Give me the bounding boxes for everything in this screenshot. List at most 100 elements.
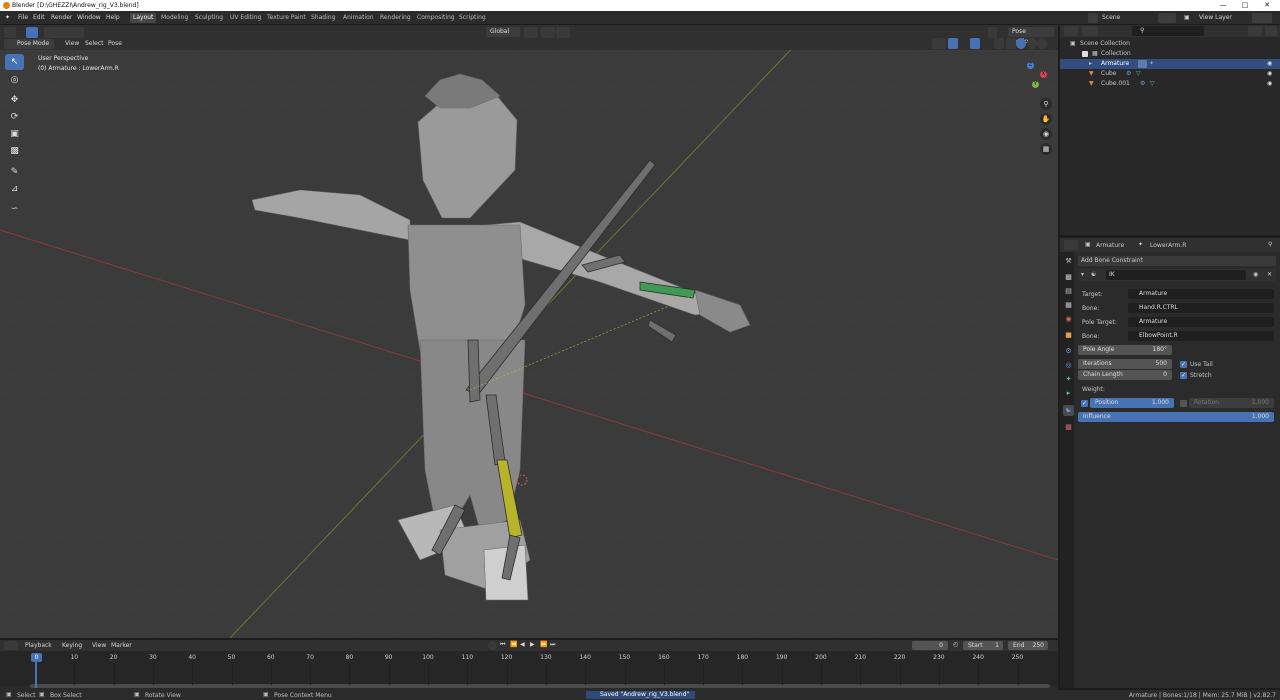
- pose-options-dropdown[interactable]: Pose Options: [1008, 27, 1054, 45]
- scale-tool-icon[interactable]: ▣: [5, 126, 24, 142]
- record-icon[interactable]: [488, 641, 497, 650]
- constraints-tab-icon[interactable]: ✦: [1063, 374, 1074, 385]
- collapse-arrow-icon[interactable]: ▾: [1081, 271, 1084, 278]
- physics-tab-icon[interactable]: ◎: [1063, 360, 1074, 371]
- add-bone-constraint-button[interactable]: Add Bone Constraint: [1078, 256, 1276, 266]
- jump-end-icon[interactable]: ⏭: [550, 641, 555, 649]
- outliner-scene-collection[interactable]: ▣ Scene Collection: [1060, 39, 1280, 49]
- properties-editor-icon[interactable]: [1064, 240, 1078, 250]
- constraint-visibility-icon[interactable]: ◉: [1253, 271, 1258, 278]
- visibility-icon[interactable]: [932, 38, 946, 49]
- maximize-icon[interactable]: □: [1234, 0, 1256, 11]
- menu-window[interactable]: Window: [77, 14, 101, 21]
- tab-compositing[interactable]: Compositing: [414, 13, 458, 23]
- clock-icon[interactable]: ◴: [953, 641, 958, 648]
- pan-hand-icon[interactable]: ✋: [1040, 113, 1052, 125]
- snap-icon[interactable]: [541, 27, 555, 38]
- gizmo-z-axis[interactable]: Z: [1027, 62, 1034, 69]
- overlay-toggle-icon[interactable]: [970, 38, 980, 49]
- view-layer-name[interactable]: View Layer: [1199, 14, 1232, 21]
- rotate-tool-icon[interactable]: ⟳: [5, 109, 24, 125]
- outliner-collection[interactable]: ▦ Collection: [1060, 49, 1280, 59]
- gizmo-toggle-icon[interactable]: [948, 38, 958, 49]
- view-layer-tab-icon[interactable]: ▦: [1063, 300, 1074, 311]
- collection-checkbox[interactable]: [1082, 51, 1088, 57]
- view-layer-browse-button[interactable]: [1252, 13, 1272, 23]
- current-frame-field[interactable]: 0: [912, 641, 948, 650]
- tab-texture-paint[interactable]: Texture Paint: [264, 13, 309, 23]
- shading-solid-icon[interactable]: [1016, 38, 1026, 49]
- playhead[interactable]: 0: [31, 653, 42, 662]
- tab-scripting[interactable]: Scripting: [456, 13, 489, 23]
- tab-layout[interactable]: Layout: [130, 13, 157, 23]
- use-tail-checkbox[interactable]: ✓: [1180, 361, 1187, 368]
- bone-field[interactable]: Hand.R.CTRL: [1128, 303, 1274, 313]
- xray-toggle-icon[interactable]: [994, 38, 1004, 49]
- play-icon[interactable]: ▶: [530, 641, 535, 648]
- outliner-item-armature[interactable]: ▸ Armature ✦ ◉: [1060, 59, 1280, 69]
- transform-tool-icon[interactable]: ▩: [5, 143, 24, 159]
- tool-tab-icon[interactable]: ⚒: [1063, 256, 1074, 267]
- rotation-checkbox[interactable]: [1180, 400, 1187, 407]
- stretch-checkbox[interactable]: ✓: [1180, 372, 1187, 379]
- minimize-icon[interactable]: —: [1212, 0, 1234, 11]
- 3d-viewport[interactable]: User Perspective (0) Armature : LowerArm…: [0, 50, 1058, 638]
- mode-dropdown[interactable]: Pose Mode: [4, 39, 54, 49]
- gizmo-y-axis[interactable]: Y: [1032, 81, 1039, 88]
- outliner-editor-icon[interactable]: [1064, 26, 1078, 36]
- position-field[interactable]: Position 1.000: [1090, 398, 1174, 408]
- editor-type-icon[interactable]: [4, 27, 16, 38]
- menu-help[interactable]: Help: [106, 14, 120, 21]
- timeline-scrollbar[interactable]: [30, 684, 1050, 688]
- cube-001-visibility-icon[interactable]: ◉: [1267, 79, 1272, 89]
- target-field[interactable]: Armature: [1128, 289, 1274, 299]
- object-tab-icon[interactable]: ⚙: [1063, 346, 1074, 357]
- outliner-display-mode-icon[interactable]: [1082, 26, 1098, 36]
- constraint-delete-icon[interactable]: ✕: [1267, 271, 1272, 278]
- shading-wire-icon[interactable]: [1006, 38, 1016, 49]
- output-tab-icon[interactable]: ▤: [1063, 286, 1074, 297]
- xray-icon[interactable]: [988, 27, 997, 38]
- render-tab-icon[interactable]: ▩: [1063, 272, 1074, 283]
- timeline-menu-keying[interactable]: Keying: [62, 642, 82, 649]
- bone-constraint-tab-icon[interactable]: ☯: [1063, 405, 1074, 416]
- filter-icon[interactable]: [1248, 26, 1262, 36]
- outliner-search-input[interactable]: ⚲: [1132, 26, 1204, 36]
- scene-icon[interactable]: [1088, 13, 1098, 23]
- viewport-menu-select[interactable]: Select: [85, 40, 104, 47]
- roll-tool-icon[interactable]: ∽: [5, 201, 24, 217]
- scene-name[interactable]: Scene: [1102, 14, 1120, 21]
- shading-material-icon[interactable]: [1027, 38, 1037, 49]
- jump-start-icon[interactable]: ⏮: [500, 641, 505, 649]
- select-mode-icon[interactable]: [44, 27, 84, 38]
- rotation-field[interactable]: Rotation 1.000: [1189, 398, 1274, 408]
- perspective-grid-icon[interactable]: ▦: [1040, 143, 1052, 155]
- navigation-gizmo[interactable]: X Y Z: [1018, 60, 1054, 96]
- prev-keyframe-icon[interactable]: ⏪: [510, 641, 517, 648]
- play-reverse-icon[interactable]: ◀: [520, 641, 525, 648]
- viewport-menu-view[interactable]: View: [65, 40, 79, 47]
- view-layer-icon[interactable]: ▣: [1184, 14, 1190, 21]
- timeline-menu-marker[interactable]: Marker: [111, 642, 132, 649]
- snap-target-icon[interactable]: [556, 27, 570, 38]
- world-tab-icon[interactable]: ■: [1063, 330, 1074, 341]
- annotate-tool-icon[interactable]: ✎: [5, 164, 24, 180]
- menu-edit[interactable]: Edit: [33, 14, 45, 21]
- viewport-menu-pose[interactable]: Pose: [108, 40, 122, 47]
- iterations-field[interactable]: Iterations 500: [1078, 359, 1172, 369]
- position-checkbox[interactable]: ✓: [1081, 400, 1088, 407]
- menu-render[interactable]: Render: [51, 14, 72, 21]
- texture-tab-icon[interactable]: ▦: [1063, 422, 1074, 433]
- outliner-item-cube-001[interactable]: ▼ Cube.001 ⚙ ▽ ◉: [1060, 79, 1280, 89]
- outliner-item-cube[interactable]: ▼ Cube ⚙ ▽ ◉: [1060, 69, 1280, 79]
- gizmo-x-axis[interactable]: X: [1040, 71, 1047, 78]
- blender-menu-icon[interactable]: ✦: [5, 14, 10, 21]
- scene-browse-button[interactable]: [1158, 13, 1176, 23]
- cursor-tool-icon[interactable]: ◎: [5, 72, 24, 88]
- tab-animation[interactable]: Animation: [340, 13, 377, 23]
- timeline-menu-view[interactable]: View: [92, 642, 106, 649]
- chain-length-field[interactable]: Chain Length 0: [1078, 370, 1172, 380]
- constraint-name-field[interactable]: IK: [1106, 270, 1246, 280]
- menu-file[interactable]: File: [18, 14, 28, 21]
- end-frame-field[interactable]: End 250: [1008, 641, 1048, 650]
